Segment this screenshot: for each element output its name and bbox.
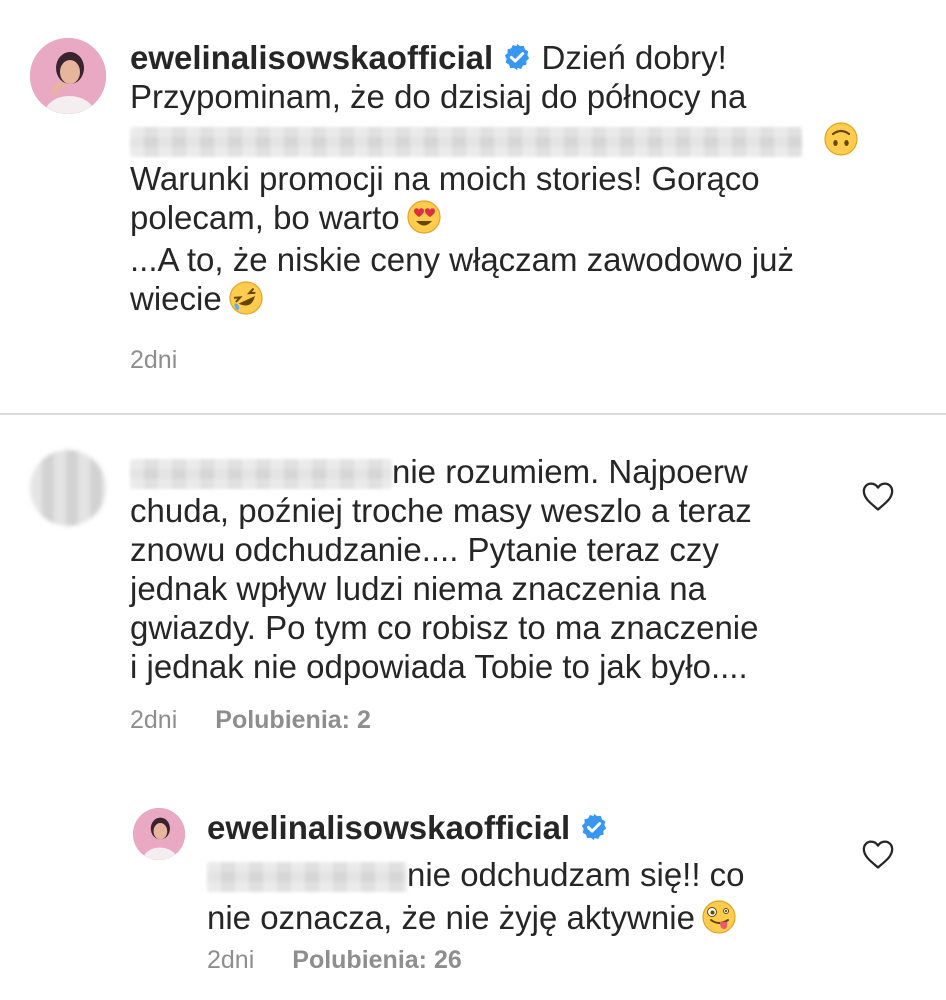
- post-line-7: wiecie: [130, 280, 222, 317]
- reply-body: ewelinalisowskaofficial nie odchudzam si…: [207, 808, 847, 937]
- heart-outline-icon[interactable]: [861, 838, 895, 870]
- redacted-username: [130, 459, 392, 490]
- reply-line-1: nie odchudzam się!! co: [407, 856, 745, 893]
- reply-username[interactable]: ewelinalisowskaofficial: [207, 809, 570, 846]
- reply-avatar[interactable]: [133, 808, 185, 860]
- comment-meta: 2dni Polubienia: 2: [130, 706, 371, 735]
- verified-badge-icon: [582, 813, 607, 841]
- avatar[interactable]: [30, 38, 106, 114]
- avatar-redacted[interactable]: [30, 450, 106, 526]
- post-greeting: Dzień dobry!: [541, 39, 727, 76]
- verified-badge-icon: [505, 43, 530, 71]
- comment-body: nie rozumiem. Najpoerw chuda, poźniej tr…: [130, 452, 850, 686]
- heart-eyes-emoji: [407, 200, 441, 234]
- heart-outline-icon[interactable]: [861, 480, 895, 512]
- post-line-4: Warunki promocji na moich stories! Gorąc…: [130, 160, 760, 197]
- post-timestamp[interactable]: 2dni: [130, 346, 177, 375]
- reply-timestamp[interactable]: 2dni: [207, 946, 254, 974]
- comment-likes[interactable]: Polubienia: 2: [215, 706, 371, 734]
- post-username[interactable]: ewelinalisowskaofficial: [130, 39, 493, 76]
- comment-line-3: znowu odchudzanie.... Pytanie teraz czy: [130, 531, 719, 568]
- post-line-2: Przypominam, że do dzisiaj do północy na: [130, 78, 747, 115]
- comment-line-4: jednak wpływ ludzi niema znaczenia na: [130, 570, 706, 607]
- comment-line-2: chuda, poźniej troche masy weszlo a tera…: [130, 492, 752, 529]
- rolling-on-floor-laughing-emoji: [229, 281, 263, 315]
- redacted-mention: [207, 862, 407, 893]
- upside-down-face-emoji: [824, 122, 858, 156]
- comment-line-6: i jednak nie odpowiada Tobie to jak było…: [130, 648, 748, 685]
- redacted-text: [130, 127, 802, 158]
- reply-line-2: nie oznacza, że nie żyję aktywnie: [207, 899, 695, 936]
- comment-timestamp[interactable]: 2dni: [130, 706, 177, 734]
- comment-line-1: nie rozumiem. Najpoerw: [392, 453, 748, 490]
- zany-face-emoji: [702, 900, 736, 934]
- reply-meta: 2dni Polubienia: 26: [207, 946, 462, 975]
- comment-line-5: gwiazdy. Po tym co robisz to ma znaczeni…: [130, 609, 759, 646]
- post-caption: ewelinalisowskaofficial Dzień dobry! Prz…: [130, 38, 890, 318]
- avatar-photo: [133, 808, 185, 860]
- divider: [0, 413, 946, 415]
- post-line-5: polecam, bo warto: [130, 199, 400, 236]
- avatar-photo: [30, 38, 106, 114]
- post-line-6: ...A to, że niskie ceny włączam zawodowo…: [130, 241, 794, 278]
- reply-likes[interactable]: Polubienia: 26: [292, 946, 461, 974]
